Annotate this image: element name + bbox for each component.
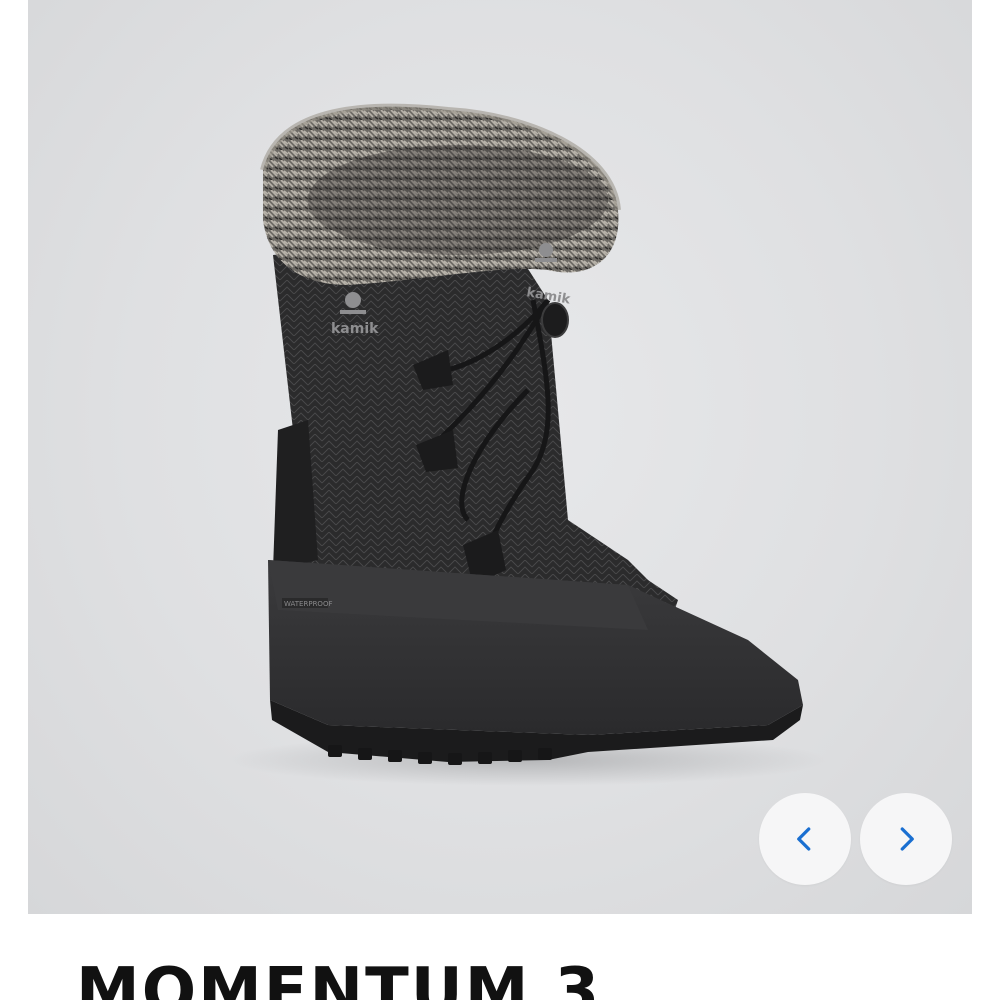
product-image-gallery[interactable]: WATERPROOF kamik kamik — [28, 0, 972, 914]
brand-logo-text: kamik — [331, 321, 379, 337]
chevron-left-icon — [797, 827, 811, 851]
product-page: WATERPROOF kamik kamik MOMENTUM 3 — [0, 0, 1000, 1000]
sole-label: WATERPROOF — [284, 600, 332, 608]
product-image: WATERPROOF kamik kamik — [228, 103, 828, 786]
previous-image-button[interactable] — [759, 793, 851, 885]
next-image-button[interactable] — [860, 793, 952, 885]
product-title: MOMENTUM 3 — [76, 955, 602, 1000]
chevron-right-icon — [900, 827, 914, 851]
